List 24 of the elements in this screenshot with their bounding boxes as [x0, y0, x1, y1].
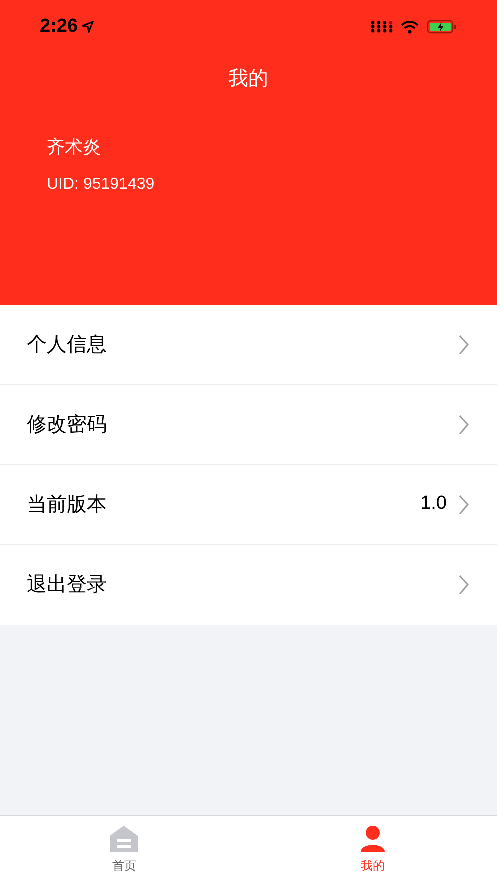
menu-item[interactable]: 修改密码 [0, 385, 497, 465]
menu-label: 个人信息 [27, 332, 108, 358]
menu-item[interactable]: 退出登录 [0, 545, 497, 625]
menu-item[interactable]: 个人信息 [0, 305, 497, 385]
wifi-icon [401, 20, 419, 34]
chevron-right-icon [459, 494, 469, 514]
user-name: 齐术炎 [47, 136, 102, 159]
chevron-right-icon [459, 334, 469, 354]
location-arrow-icon [82, 21, 94, 33]
house-icon [109, 824, 140, 852]
battery-icon [427, 20, 457, 34]
signal-icon [371, 21, 393, 33]
menu-label: 退出登录 [27, 573, 108, 598]
chevron-right-icon [459, 575, 469, 595]
menu-label: 当前版本 [27, 492, 108, 518]
tab-item[interactable]: 我的 [248, 816, 497, 883]
menu-item[interactable]: 当前版本 1.0 [0, 465, 497, 545]
tab-item[interactable]: 首页 [0, 816, 248, 883]
version-value: 1.0 [420, 492, 447, 516]
status-time: 2:26 [40, 14, 78, 39]
page-title: 我的 [228, 67, 268, 92]
chevron-right-icon [459, 414, 469, 434]
menu-label: 修改密码 [27, 412, 108, 438]
user-id: UID: 95191439 [47, 175, 156, 195]
